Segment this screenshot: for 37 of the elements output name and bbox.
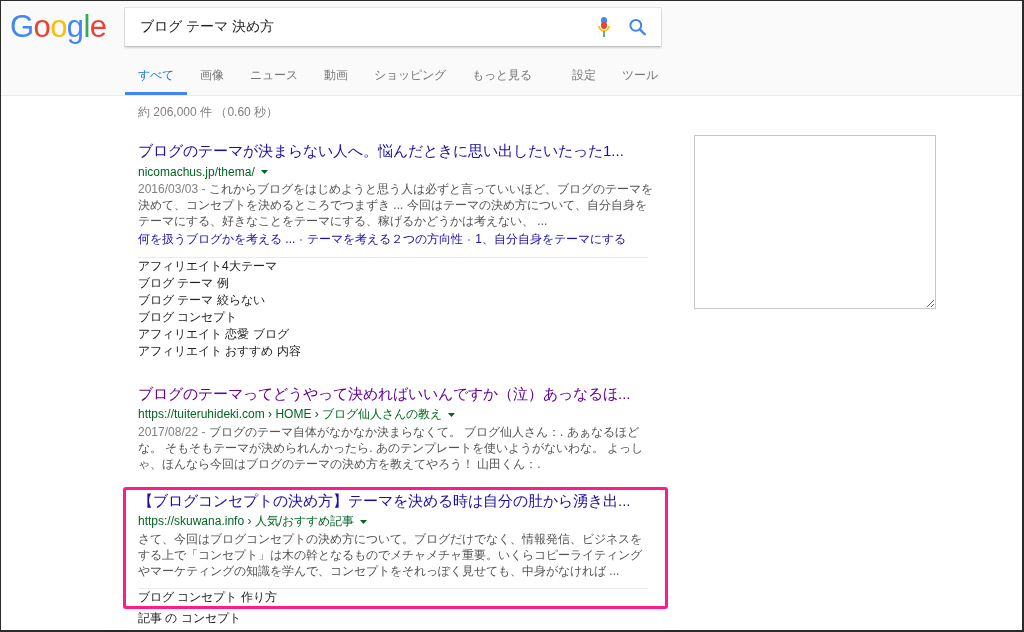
- caret-icon[interactable]: [260, 169, 268, 174]
- result-title-link[interactable]: ブログのテーマってどうやって決めればいいんですか（泣）あっなるほ...: [138, 384, 631, 404]
- microphone-icon[interactable]: [598, 17, 610, 37]
- sitelink[interactable]: テーマを考える２つの方向性: [307, 231, 464, 247]
- related-search-link[interactable]: 記事 の コンセプト: [138, 610, 241, 627]
- result-snippet: 2016/03/03 - これからブログをはじめようと思う人は必ずと言っていいほど、ブログのテーマを決めて、コンセプトを決めるところでつまずき ... 今回はテーマの決め方について、自分自身をテーマにする、好きなことをテーマにする、稼げるかどうかは考えない、 ...: [138, 181, 653, 229]
- nav-tab[interactable]: すべて: [125, 57, 187, 95]
- result-title-link[interactable]: ブログのテーマが決まらない人へ。悩んだときに思い出したいたった1...: [138, 141, 624, 161]
- result-snippet: さて、今回はブログコンセプトの決め方について。ブログだけでなく、情報発信、ビジネスをする上で「コンセプト」は木の幹となるものでメチャメチャ重要。いくらコピーライティングやマーケティングの知識を学んで、コンセプトをそれっぽく見せても、中身がなければ ...: [138, 531, 643, 579]
- related-search-link[interactable]: ブログ テーマ 絞らない: [138, 292, 265, 309]
- nav-tab[interactable]: ニュース: [237, 57, 311, 95]
- nav-tab[interactable]: もっと見る: [459, 57, 545, 95]
- logo-text[interactable]: Google: [10, 8, 111, 46]
- nav-menu-link[interactable]: ツール: [609, 57, 671, 95]
- nav-tab[interactable]: 画像: [187, 57, 237, 95]
- result-stats: 約 206,000 件 （0.60 秒）: [138, 105, 280, 120]
- result-url: https://tuiteruhideki.com › HOME › ブログ仙人さんの教え: [138, 406, 443, 423]
- result-url: https://skuwana.info › 人気/おすすめ記事: [138, 513, 355, 530]
- result-title-link[interactable]: 【ブログコンセプトの決め方】テーマを決める時は自分の肚から湧き出...: [138, 491, 631, 511]
- search-icon[interactable]: [629, 18, 646, 36]
- result-url: nicomachus.jp/thema/: [138, 164, 255, 179]
- nav-menu-link[interactable]: 設定: [559, 57, 609, 95]
- related-search-link[interactable]: アフィリエイト 恋愛 ブログ: [138, 326, 289, 343]
- related-search-link[interactable]: ブログ コンセプト: [138, 309, 238, 326]
- sitelink[interactable]: 何を扱うブログかを考える ...: [138, 231, 296, 247]
- caret-icon[interactable]: [448, 412, 456, 417]
- nav-tab[interactable]: 動画: [311, 57, 361, 95]
- result-snippet: 2017/08/22 - ブログのテーマ自体がなかなか決まらなくて。 ブログ仙人さん：. あぁなるほどな。 そもそもテーマが決められんかったら. あのテンプレートを使いようがないわな。 よっしゃ、ほんなら今回はブログのテーマの決め方を教えてやろう！ 山田くん：.: [138, 424, 645, 472]
- search-field[interactable]: ブログ テーマ 決め方: [125, 8, 661, 46]
- sitelink[interactable]: 1、自分自身をテーマにする: [475, 231, 627, 247]
- caret-icon[interactable]: [360, 519, 368, 524]
- related-search-link[interactable]: アフィリエイト おすすめ 内容: [138, 343, 301, 360]
- related-search-link[interactable]: ブログ テーマ 例: [138, 275, 229, 292]
- related-search-link[interactable]: アフィリエイト4大テーマ: [138, 258, 277, 275]
- text-area-field[interactable]: [694, 135, 936, 309]
- related-search-link[interactable]: ブログ コンセプト 作り方: [138, 589, 277, 606]
- nav-tab[interactable]: ショッピング: [361, 57, 459, 95]
